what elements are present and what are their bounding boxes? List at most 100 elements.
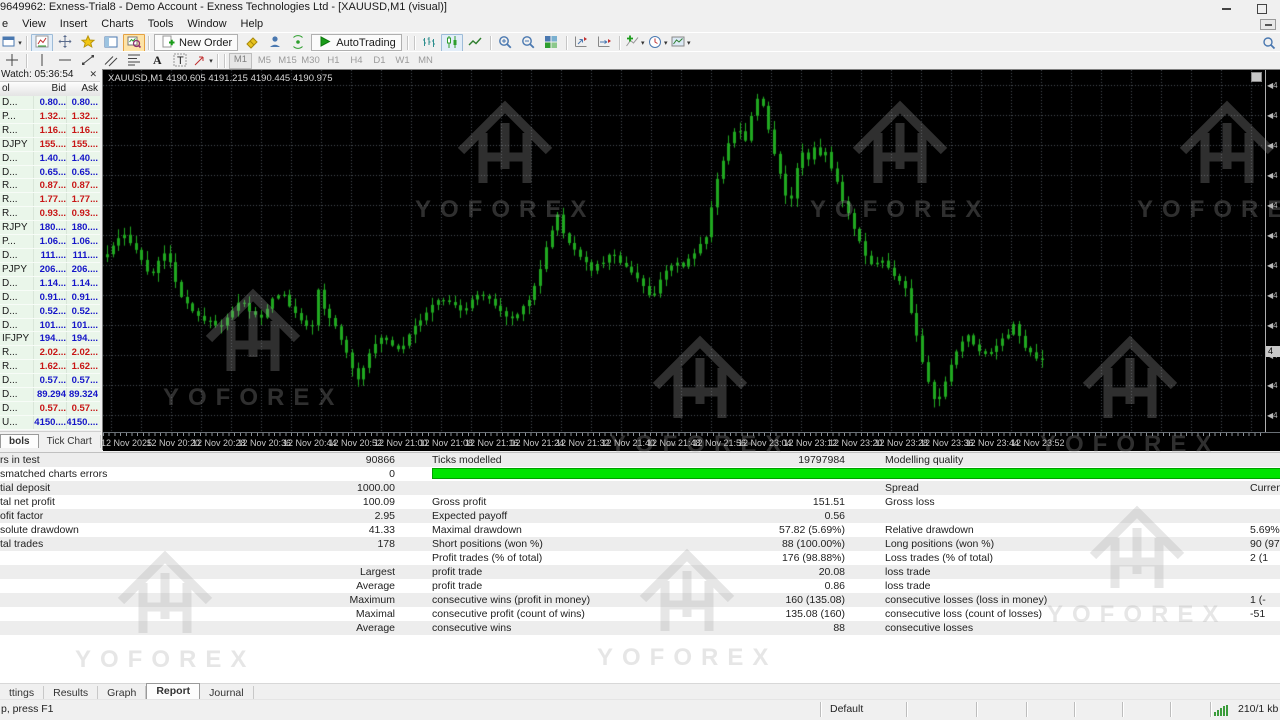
candlestick-chart-canvas[interactable] <box>103 70 1265 432</box>
text-tool-button[interactable]: A <box>146 52 168 70</box>
favorites-button[interactable] <box>77 34 99 52</box>
market-watch-row[interactable]: IFJPY194....194.... <box>0 332 100 346</box>
market-watch-row[interactable]: D...0.57...0.57... <box>0 402 100 416</box>
channel-tool-button[interactable] <box>100 52 122 70</box>
line-chart-mode-button[interactable] <box>464 34 486 52</box>
ask-price: 180.... <box>66 222 98 233</box>
market-watch-row[interactable]: P...1.06...1.06... <box>0 235 100 249</box>
maximize-button[interactable] <box>1254 3 1270 14</box>
report-row: Profit trades (% of total)176 (98.88%)Lo… <box>0 551 1280 565</box>
market-watch-row[interactable]: D...0.52...0.52... <box>0 305 100 319</box>
price-axis[interactable]: ◀4◀4◀4◀4◀4◀4◀4◀4◀4◀4◀4◀44 <box>1265 70 1280 432</box>
trendline-tool-button[interactable] <box>77 52 99 70</box>
chart-corner-icon[interactable] <box>1251 72 1262 82</box>
symbol-name: R... <box>2 180 18 191</box>
vertical-line-tool-button[interactable] <box>31 52 53 70</box>
tile-windows-button[interactable] <box>540 34 562 52</box>
timeframe-m1[interactable]: M1 <box>229 53 252 69</box>
zoom-in-button[interactable] <box>494 34 516 52</box>
menu-item-tools[interactable]: Tools <box>141 17 181 31</box>
metaeditor-button[interactable] <box>241 34 263 52</box>
column-divider <box>66 124 67 137</box>
tester-tab-graph[interactable]: Graph <box>98 686 146 700</box>
timeframe-w1[interactable]: W1 <box>392 54 413 68</box>
timeframe-h4[interactable]: H4 <box>346 54 367 68</box>
market-watch-row[interactable]: D...0.57...0.57... <box>0 374 100 388</box>
market-watch-row[interactable]: D...111....111.... <box>0 249 100 263</box>
column-divider <box>33 179 34 192</box>
zoom-out-button[interactable] <box>517 34 539 52</box>
market-watch-row[interactable]: R...1.77...1.77... <box>0 193 100 207</box>
text-label-tool-button[interactable]: T <box>169 52 191 70</box>
menu-item-insert[interactable]: Insert <box>53 17 95 31</box>
market-watch-row[interactable]: D...89.29489.324 <box>0 388 100 402</box>
strategy-tester-button[interactable] <box>123 34 145 52</box>
minimize-button[interactable] <box>1218 3 1234 14</box>
chart-shift-button[interactable] <box>570 34 592 52</box>
report-row: Largestprofit trade20.08loss trade <box>0 565 1280 579</box>
market-watch-row[interactable]: D...101....101.... <box>0 319 100 333</box>
candles-icon <box>444 34 460 52</box>
market-watch-row[interactable]: D...0.65...0.65... <box>0 166 100 180</box>
timeframe-m5[interactable]: M5 <box>254 54 275 68</box>
new-order-button[interactable]: New Order <box>154 34 238 51</box>
indicators-button[interactable]: ▾ <box>623 34 645 52</box>
cursor-mode-button[interactable] <box>54 34 76 52</box>
labelT-icon: T <box>172 52 188 70</box>
market-watch-row[interactable]: R...1.62...1.62... <box>0 360 100 374</box>
tester-tab-journal[interactable]: Journal <box>200 686 253 700</box>
timeframe-m15[interactable]: M15 <box>277 54 298 68</box>
autotrading-button[interactable]: AutoTrading <box>311 34 402 51</box>
market-watch-row[interactable]: R...0.93...0.93... <box>0 207 100 221</box>
market-watch-row[interactable]: D...1.40...1.40... <box>0 152 100 166</box>
auto-scroll-button[interactable] <box>593 34 615 52</box>
market-watch-row[interactable]: U...4150....4150.... <box>0 416 100 430</box>
market-watch-row[interactable]: R...2.02...2.02... <box>0 346 100 360</box>
arrows-tool-button[interactable]: ▾ <box>192 52 214 70</box>
market-watch-row[interactable]: DJPY155....155.... <box>0 138 100 152</box>
crosshair-button[interactable] <box>1 52 23 70</box>
tester-tab-report[interactable]: Report <box>146 683 200 700</box>
line-icon <box>467 34 483 52</box>
terminal-button[interactable] <box>264 34 286 52</box>
market-watch-row[interactable]: D...1.14...1.14... <box>0 277 100 291</box>
close-icon[interactable]: ✕ <box>89 69 97 80</box>
timeframe-d1[interactable]: D1 <box>369 54 390 68</box>
timeframe-mn[interactable]: MN <box>415 54 436 68</box>
menu-item-e[interactable]: e <box>0 17 15 31</box>
bar-chart-mode-button[interactable] <box>418 34 440 52</box>
market-watch-tab-tick-chart[interactable]: Tick Chart <box>39 435 101 448</box>
market-watch-row[interactable]: R...1.16...1.16... <box>0 124 100 138</box>
menu-item-help[interactable]: Help <box>234 17 271 31</box>
status-profile[interactable]: Default <box>830 703 863 715</box>
market-watch-row[interactable]: D...0.80...0.80... <box>0 96 100 110</box>
time-axis[interactable]: 12 Nov 202512 Nov 20:2012 Nov 20:2812 No… <box>103 432 1280 451</box>
horizontal-line-tool-button[interactable] <box>54 52 76 70</box>
child-window-restore-icon[interactable] <box>1260 19 1276 30</box>
market-watch-title: Watch: 05:36:54 <box>1 69 73 80</box>
fibonacci-tool-button[interactable] <box>123 52 145 70</box>
menu-item-view[interactable]: View <box>15 17 53 31</box>
menu-item-window[interactable]: Window <box>180 17 233 31</box>
market-watch-row[interactable]: R...0.87...0.87... <box>0 179 100 193</box>
periods-button[interactable]: ▾ <box>646 34 668 52</box>
templates-button[interactable]: ▾ <box>669 34 691 52</box>
ask-price: 206.... <box>66 264 98 275</box>
market-watch-row[interactable]: D...0.91...0.91... <box>0 291 100 305</box>
candlestick-mode-button[interactable] <box>441 34 463 52</box>
column-divider <box>66 96 67 109</box>
tester-tab-ttings[interactable]: ttings <box>0 686 44 700</box>
menu-item-charts[interactable]: Charts <box>94 17 140 31</box>
market-watch-row[interactable]: RJPY180....180.... <box>0 221 100 235</box>
chart-window[interactable]: XAUUSD,M1 4190.605 4191.215 4190.445 419… <box>102 69 1280 450</box>
chart-window-toggle-button[interactable] <box>31 34 53 52</box>
market-watch-toggle-button[interactable] <box>100 34 122 52</box>
timeframe-m30[interactable]: M30 <box>300 54 321 68</box>
market-watch-row[interactable]: PJPY206....206.... <box>0 263 100 277</box>
signals-button[interactable] <box>287 34 309 52</box>
timeframe-h1[interactable]: H1 <box>323 54 344 68</box>
new-chart-button[interactable]: ▾ <box>1 34 23 52</box>
market-watch-row[interactable]: P...1.32...1.32... <box>0 110 100 124</box>
tester-tab-results[interactable]: Results <box>44 686 98 700</box>
market-watch-tab-bols[interactable]: bols <box>0 434 39 448</box>
